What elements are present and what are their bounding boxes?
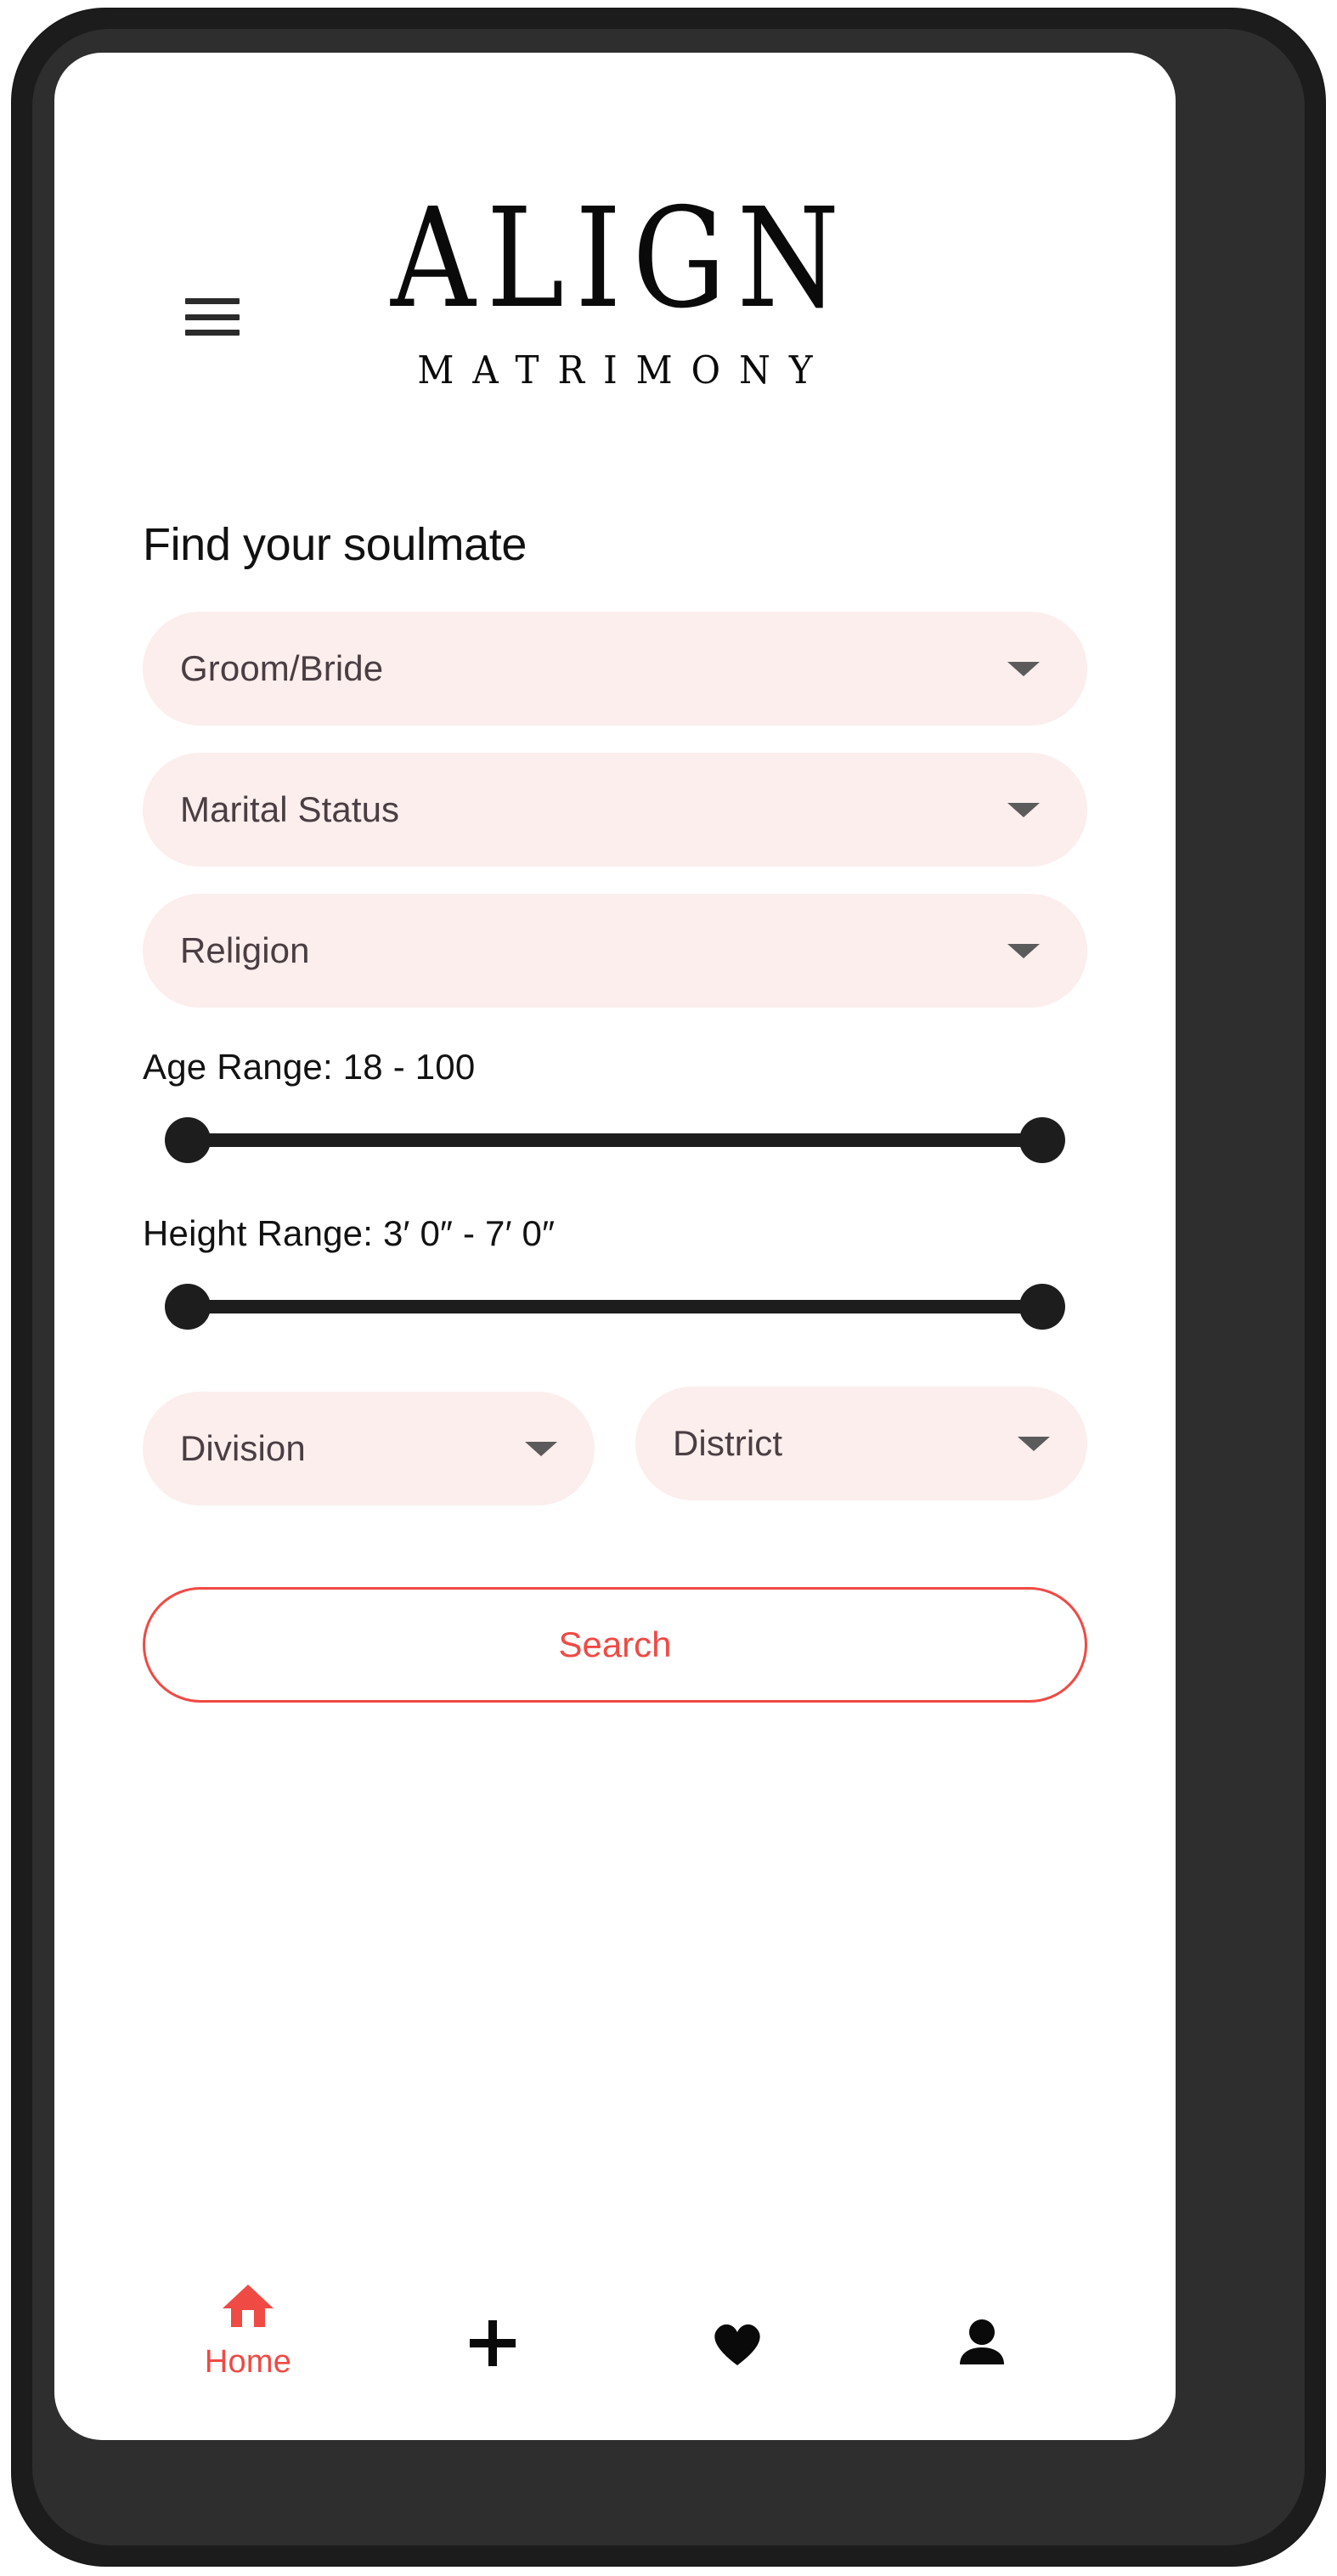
height-range-slider[interactable] xyxy=(165,1283,1065,1330)
caret-down-icon xyxy=(1007,803,1040,817)
caret-down-icon xyxy=(525,1442,557,1456)
age-range-label: Age Range: 18 - 100 xyxy=(143,1047,476,1087)
location-row: Division District xyxy=(143,1387,1087,1505)
app-header: ALIGN MATRIMONY xyxy=(54,53,1176,392)
select-district-label: District xyxy=(673,1423,783,1463)
search-button[interactable]: Search xyxy=(143,1587,1087,1703)
brand-logo: ALIGN MATRIMONY xyxy=(54,53,1176,393)
height-range-block: Height Range: 3′ 0″ - 7′ 0″ xyxy=(143,1213,1087,1330)
age-range-block: Age Range: 18 - 100 xyxy=(143,1047,1087,1164)
plus-icon xyxy=(466,2313,519,2374)
caret-down-icon xyxy=(1007,662,1040,676)
phone-frame: ALIGN MATRIMONY Find your soulmate Groom… xyxy=(12,8,1325,2566)
nav-item-profile[interactable] xyxy=(860,2268,1104,2381)
age-range-thumb-min[interactable] xyxy=(165,1117,211,1163)
select-marital-status-label: Marital Status xyxy=(180,789,400,829)
height-range-thumb-min[interactable] xyxy=(165,1284,211,1330)
select-marital-status[interactable]: Marital Status xyxy=(143,753,1087,867)
age-range-track[interactable] xyxy=(187,1133,1043,1147)
person-icon xyxy=(956,2313,1008,2374)
nav-item-add[interactable] xyxy=(370,2268,615,2381)
search-panel: Find your soulmate Groom/Bride Marital S… xyxy=(54,518,1176,1703)
select-groom-bride[interactable]: Groom/Bride xyxy=(143,612,1087,726)
select-religion-label: Religion xyxy=(180,930,310,970)
select-groom-bride-label: Groom/Bride xyxy=(180,648,384,688)
nav-item-home-label: Home xyxy=(204,2344,292,2380)
page-title: Find your soulmate xyxy=(143,519,527,570)
caret-down-icon xyxy=(1007,944,1040,958)
select-division[interactable]: Division xyxy=(143,1392,595,1505)
select-division-label: Division xyxy=(180,1428,306,1468)
caret-down-icon xyxy=(1018,1437,1050,1451)
bottom-navigation-bar: Home xyxy=(54,2268,1176,2381)
heart-icon xyxy=(709,2313,765,2374)
height-range-thumb-max[interactable] xyxy=(1019,1284,1065,1330)
age-range-slider[interactable] xyxy=(165,1116,1065,1164)
height-range-track[interactable] xyxy=(187,1300,1043,1313)
brand-subtitle: MATRIMONY xyxy=(417,347,832,393)
home-icon xyxy=(221,2276,275,2337)
nav-item-favourites[interactable] xyxy=(615,2268,860,2381)
select-district[interactable]: District xyxy=(635,1387,1087,1500)
nav-item-home[interactable]: Home xyxy=(126,2268,370,2381)
select-religion[interactable]: Religion xyxy=(143,894,1087,1008)
phone-screen: ALIGN MATRIMONY Find your soulmate Groom… xyxy=(54,53,1176,2440)
brand-wordmark: ALIGN xyxy=(390,179,851,339)
age-range-thumb-max[interactable] xyxy=(1019,1117,1065,1163)
height-range-label: Height Range: 3′ 0″ - 7′ 0″ xyxy=(143,1213,556,1253)
